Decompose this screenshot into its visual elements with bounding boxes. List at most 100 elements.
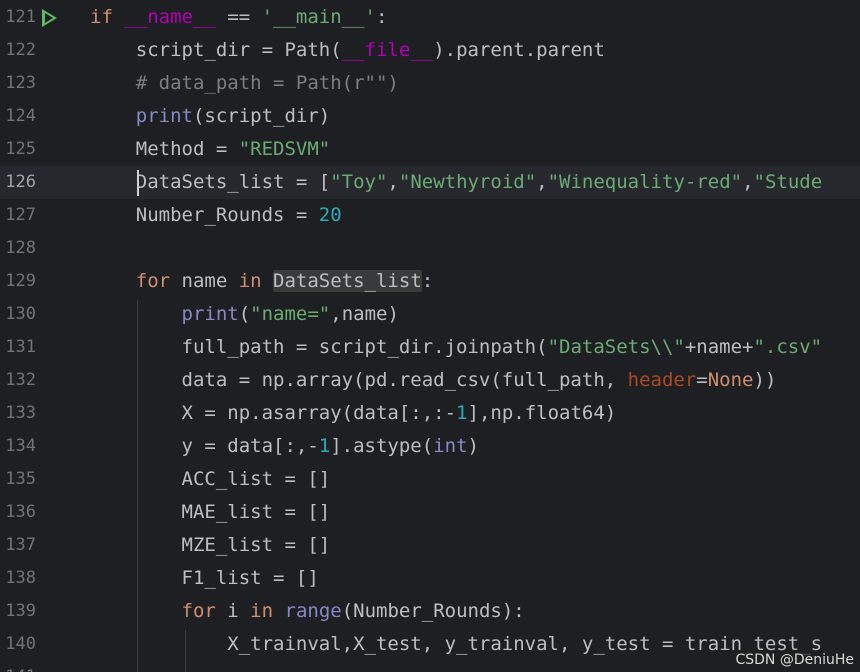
code-token: # data_path = Path(r"") xyxy=(90,72,399,94)
code-text: script_dir = Path(__file__).parent.paren… xyxy=(90,34,605,67)
line-number: 126 xyxy=(5,172,36,192)
code-token: in xyxy=(250,600,285,622)
code-token: i xyxy=(227,600,251,622)
line-number: 129 xyxy=(5,271,36,291)
run-triangle-icon[interactable] xyxy=(42,9,57,27)
code-token: Method = xyxy=(90,138,239,160)
code-token: == xyxy=(215,6,262,28)
code-token: ,name) xyxy=(330,303,399,325)
line-number: 127 xyxy=(5,205,36,225)
code-token: DataSets_list = [ xyxy=(90,171,331,193)
line-number: 130 xyxy=(5,304,36,324)
code-line-123[interactable]: 123 # data_path = Path(r"") xyxy=(0,67,860,100)
code-token: ],np.float64) xyxy=(467,402,617,424)
line-number: 137 xyxy=(5,535,36,555)
code-token: name xyxy=(181,270,239,292)
code-text: for i in range(Number_Rounds): xyxy=(90,595,525,628)
line-number: 122 xyxy=(5,40,36,60)
code-line-128[interactable]: 128 xyxy=(0,232,860,265)
code-line-126[interactable]: 126 DataSets_list = ["Toy","Newthyroid",… xyxy=(0,166,860,199)
code-token: ( xyxy=(238,303,251,325)
code-line-132[interactable]: 132 data = np.array(pd.read_csv(full_pat… xyxy=(0,364,860,397)
code-text: MAE_list = [] xyxy=(90,496,331,529)
code-token: ACC_list = [] xyxy=(90,468,331,490)
code-token: range xyxy=(284,600,342,622)
code-text: full_path = script_dir.joinpath("DataSet… xyxy=(90,331,823,364)
line-number: 133 xyxy=(5,403,36,423)
code-token: F1_list = [] xyxy=(90,567,319,589)
code-token: 20 xyxy=(318,204,342,226)
code-token: ].astype( xyxy=(330,435,434,457)
code-token: X_trainval,X_test, y_trainval, y_test = … xyxy=(90,633,823,655)
line-number: 140 xyxy=(5,634,36,654)
code-token: "REDSVM" xyxy=(238,138,331,160)
code-line-135[interactable]: 135 ACC_list = [] xyxy=(0,463,860,496)
line-number: 123 xyxy=(5,73,36,93)
code-token: (Number_Rounds): xyxy=(341,600,525,622)
line-number: 139 xyxy=(5,601,36,621)
code-text: X = np.asarray(data[:,:-1],np.float64) xyxy=(90,397,617,430)
code-line-129[interactable]: 129 for name in DataSets_list: xyxy=(0,265,860,298)
code-text: MZE_list = [] xyxy=(90,529,331,562)
code-token: ) xyxy=(467,435,479,457)
code-token: +name+ xyxy=(684,336,754,358)
code-line-124[interactable]: 124 print(script_dir) xyxy=(0,100,860,133)
code-text xyxy=(90,661,227,672)
code-token: "DataSets\\" xyxy=(547,336,685,358)
line-number: 124 xyxy=(5,106,36,126)
code-line-136[interactable]: 136 MAE_list = [] xyxy=(0,496,860,529)
code-text: DataSets_list = ["Toy","Newthyroid","Win… xyxy=(90,166,822,199)
code-line-139[interactable]: 139 for i in range(Number_Rounds): xyxy=(0,595,860,628)
code-editor[interactable]: 121 if __name__ == '__main__': 122 script_… xyxy=(0,0,860,672)
code-token: , xyxy=(742,171,754,193)
code-token: ".csv" xyxy=(753,336,823,358)
code-token: )) xyxy=(753,369,777,391)
text-caret xyxy=(137,170,139,196)
code-token: "Winequality-red" xyxy=(547,171,743,193)
code-line-121[interactable]: 121 if __name__ == '__main__': xyxy=(0,1,860,34)
code-line-137[interactable]: 137 MZE_list = [] xyxy=(0,529,860,562)
code-line-127[interactable]: 127 Number_Rounds = 20 xyxy=(0,199,860,232)
code-token: DataSets_list xyxy=(273,270,422,292)
code-token: MZE_list = [] xyxy=(90,534,331,556)
code-token: '__main__' xyxy=(261,6,376,28)
code-line-130[interactable]: 130 print("name=",name) xyxy=(0,298,860,331)
code-line-125[interactable]: 125 Method = "REDSVM" xyxy=(0,133,860,166)
code-text: Number_Rounds = 20 xyxy=(90,199,342,232)
line-number: 136 xyxy=(5,502,36,522)
code-token: "Toy" xyxy=(330,171,388,193)
code-line-138[interactable]: 138 F1_list = [] xyxy=(0,562,860,595)
code-text: Method = "REDSVM" xyxy=(90,133,330,166)
code-token: , xyxy=(536,171,548,193)
code-token: full_path = script_dir.joinpath( xyxy=(90,336,548,358)
code-token: data = np.array(pd.read_csv(full_path, xyxy=(90,369,628,391)
code-token: (script_dir) xyxy=(192,105,331,127)
code-token: print xyxy=(135,105,193,127)
code-token: X = np.asarray(data[:,:- xyxy=(90,402,457,424)
code-token: int xyxy=(433,435,468,457)
code-token: y = data[:,- xyxy=(90,435,319,457)
code-text: ACC_list = [] xyxy=(90,463,331,496)
code-text: X_trainval,X_test, y_trainval, y_test = … xyxy=(90,628,822,661)
code-token: in xyxy=(238,270,274,292)
code-line-134[interactable]: 134 y = data[:,-1].astype(int) xyxy=(0,430,860,463)
code-text: print("name=",name) xyxy=(90,298,399,331)
code-token: print xyxy=(181,303,239,325)
code-token: None xyxy=(707,369,754,391)
code-token: ).parent.parent xyxy=(433,39,605,61)
code-text: F1_list = [] xyxy=(90,562,319,595)
code-line-140[interactable]: 140 X_trainval,X_test, y_trainval, y_tes… xyxy=(0,628,860,661)
code-line-122[interactable]: 122 script_dir = Path(__file__).parent.p… xyxy=(0,34,860,67)
line-number: 128 xyxy=(5,238,36,258)
line-number: 134 xyxy=(5,436,36,456)
code-text: y = data[:,-1].astype(int) xyxy=(90,430,479,463)
code-line-141[interactable]: 141 xyxy=(0,661,860,672)
code-text: for name in DataSets_list: xyxy=(90,265,433,298)
code-token: "name=" xyxy=(250,303,331,325)
code-token: 1 xyxy=(318,435,331,457)
code-token: MAE_list = [] xyxy=(90,501,331,523)
line-number: 125 xyxy=(5,139,36,159)
code-line-133[interactable]: 133 X = np.asarray(data[:,:-1],np.float6… xyxy=(0,397,860,430)
code-line-131[interactable]: 131 full_path = script_dir.joinpath("Dat… xyxy=(0,331,860,364)
